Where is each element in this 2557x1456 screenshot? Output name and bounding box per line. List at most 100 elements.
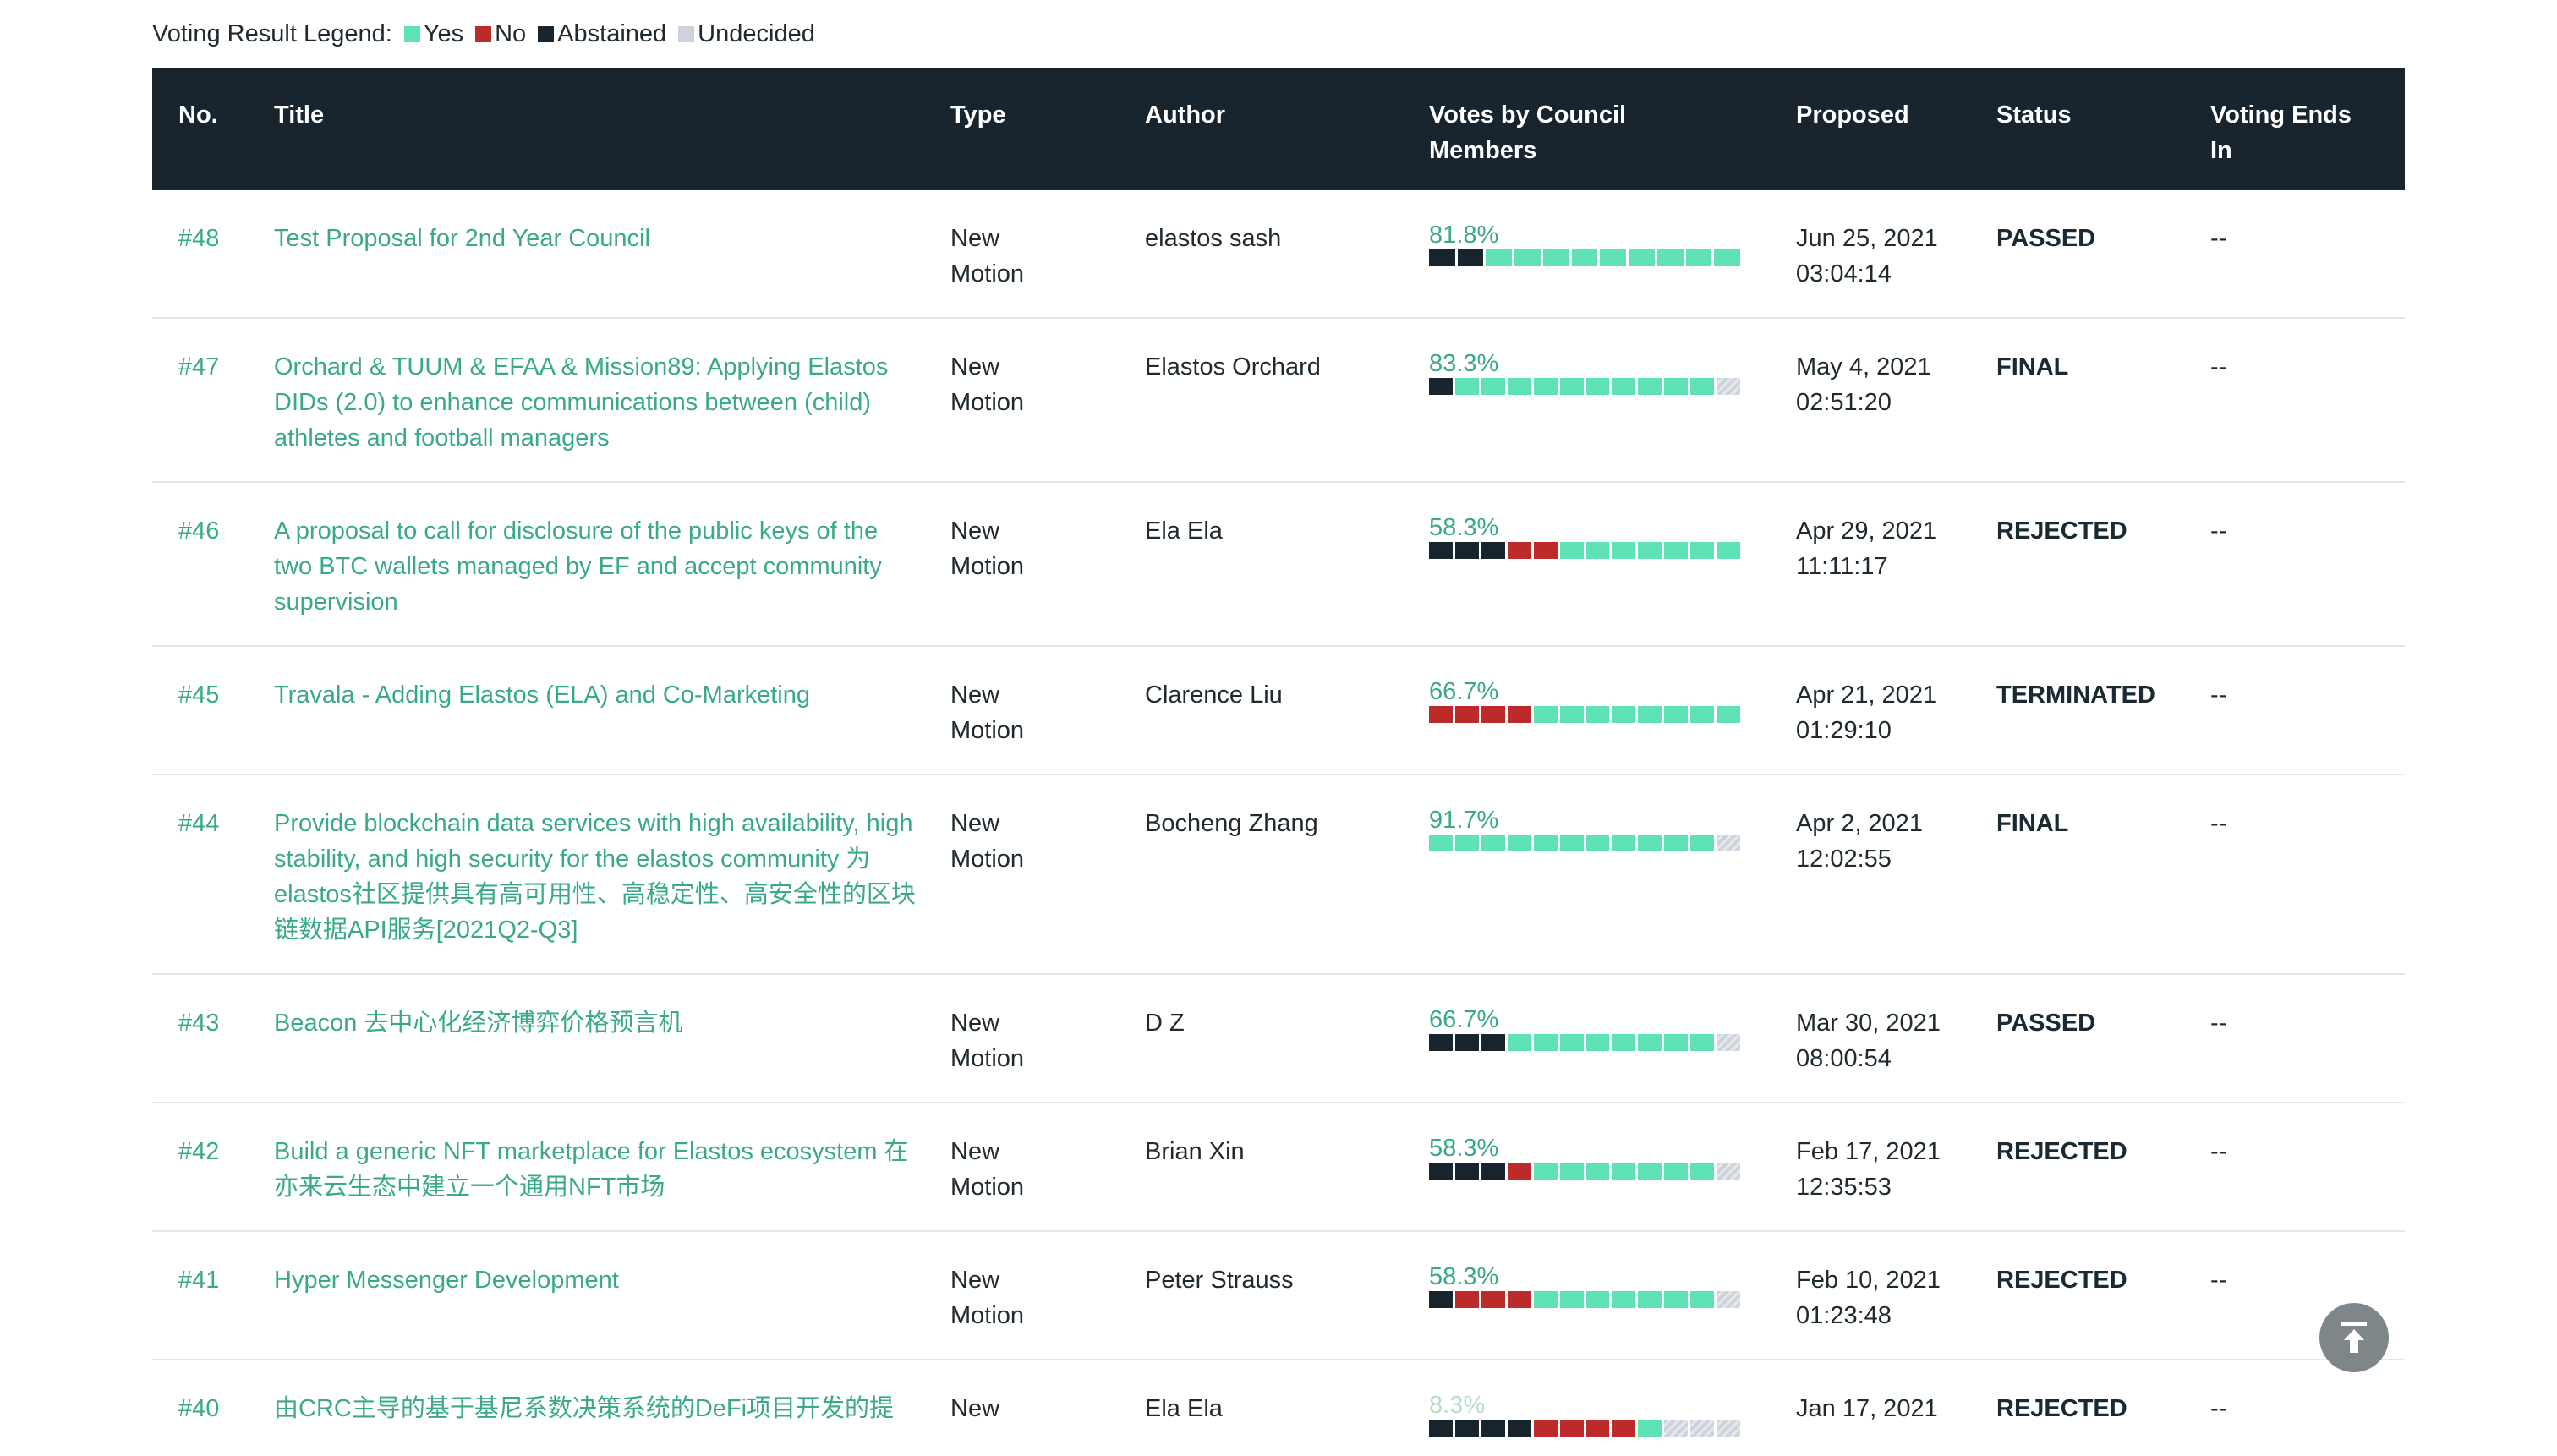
proposal-number[interactable]: #44 xyxy=(152,775,274,975)
proposal-title-link[interactable]: Travala - Adding Elastos (ELA) and Co-Ma… xyxy=(274,677,950,713)
status-badge: REJECTED xyxy=(1996,1231,2210,1360)
vote-segment xyxy=(1664,1034,1691,1051)
table-header: No. Title Type Author Votes by Council M… xyxy=(152,68,2405,190)
vote-segment xyxy=(1717,1034,1741,1051)
vote-segment xyxy=(1507,1291,1534,1308)
vote-segment xyxy=(1585,542,1612,559)
vote-segment xyxy=(1717,706,1741,723)
proposal-title-link[interactable]: Hyper Messenger Development xyxy=(274,1262,950,1298)
proposal-title-link[interactable]: 由CRC主导的基于基尼系数决策系统的DeFi项目开发的提 xyxy=(274,1391,950,1426)
vote-segment xyxy=(1429,378,1455,395)
proposal-number[interactable]: #47 xyxy=(152,318,274,483)
vote-segment xyxy=(1664,378,1691,395)
vote-segment xyxy=(1638,1291,1665,1308)
legend-swatch-no xyxy=(475,26,492,42)
vote-segment xyxy=(1638,706,1665,723)
legend-swatch-abstained xyxy=(538,26,555,42)
proposal-number[interactable]: #45 xyxy=(152,646,274,775)
vote-segment xyxy=(1481,1420,1508,1437)
proposal-number[interactable]: #46 xyxy=(152,482,274,647)
vote-segment xyxy=(1717,835,1741,851)
vote-segment xyxy=(1612,706,1639,723)
header-proposed[interactable]: Proposed xyxy=(1796,68,1996,190)
proposal-title-link[interactable]: Provide blockchain data services with hi… xyxy=(274,806,950,948)
arrow-up-to-line-icon xyxy=(2341,1322,2367,1353)
vote-segment xyxy=(1507,1420,1534,1437)
vote-segment xyxy=(1717,378,1741,395)
header-votes[interactable]: Votes by Council Members xyxy=(1429,68,1796,190)
vote-segment xyxy=(1454,542,1481,559)
vote-segment xyxy=(1559,1163,1586,1180)
vote-segment xyxy=(1559,1291,1586,1308)
vote-segment xyxy=(1533,1163,1560,1180)
vote-segment xyxy=(1585,835,1612,851)
proposed-date: Apr 29, 2021 11:11:17 xyxy=(1796,482,1996,647)
vote-segment xyxy=(1612,1420,1639,1437)
header-author[interactable]: Author xyxy=(1145,68,1429,190)
header-no[interactable]: No. xyxy=(152,68,274,190)
voting-legend: Voting Result Legend: Yes No Abstained U… xyxy=(152,20,815,48)
vote-segment xyxy=(1486,249,1515,266)
vote-segment xyxy=(1454,835,1481,851)
vote-segment xyxy=(1533,835,1560,851)
vote-percentage: 58.3% xyxy=(1429,1135,1499,1162)
vote-segment xyxy=(1585,706,1612,723)
voting-ends: -- xyxy=(2210,1360,2405,1456)
votes-cell: 58.3% xyxy=(1429,1231,1796,1360)
vote-percentage: 66.7% xyxy=(1429,1006,1499,1033)
votes-bar xyxy=(1429,378,1741,395)
header-type[interactable]: Type xyxy=(950,68,1145,190)
vote-segment xyxy=(1507,542,1534,559)
header-title[interactable]: Title xyxy=(274,68,950,190)
vote-segment xyxy=(1533,1034,1560,1051)
vote-segment xyxy=(1638,1163,1665,1180)
proposal-number[interactable]: #40 xyxy=(152,1360,274,1456)
votes-cell: 66.7% xyxy=(1429,646,1796,775)
vote-percentage: 58.3% xyxy=(1429,514,1499,541)
proposal-number[interactable]: #41 xyxy=(152,1231,274,1360)
status-badge: REJECTED xyxy=(1996,1360,2210,1456)
proposal-title-cell: Hyper Messenger Development xyxy=(274,1231,950,1360)
proposal-title-link[interactable]: Test Proposal for 2nd Year Council xyxy=(274,221,950,256)
vote-segment xyxy=(1481,542,1508,559)
proposal-type: New Motion xyxy=(950,482,1145,647)
proposal-title-cell: Build a generic NFT marketplace for Elas… xyxy=(274,1103,950,1232)
proposals-table: No. Title Type Author Votes by Council M… xyxy=(152,68,2405,1456)
voting-ends: -- xyxy=(2210,190,2405,319)
votes-bar xyxy=(1429,1291,1741,1308)
vote-segment xyxy=(1507,378,1534,395)
proposal-type: New Motion xyxy=(950,190,1145,319)
vote-segment xyxy=(1559,1420,1586,1437)
proposal-type: New Motion xyxy=(950,775,1145,975)
table-row: #47 Orchard & TUUM & EFAA & Mission89: Ap… xyxy=(152,318,2405,483)
votes-bar xyxy=(1429,1034,1741,1051)
votes-cell: 91.7% xyxy=(1429,775,1796,975)
vote-segment xyxy=(1690,1420,1717,1437)
vote-segment xyxy=(1533,706,1560,723)
vote-segment xyxy=(1664,1291,1691,1308)
proposal-title-link[interactable]: A proposal to call for disclosure of the… xyxy=(274,513,950,620)
legend-label: Voting Result Legend: xyxy=(152,20,392,47)
vote-segment xyxy=(1571,249,1601,266)
legend-swatch-undecided xyxy=(678,26,695,42)
proposal-number[interactable]: #42 xyxy=(152,1103,274,1232)
vote-segment xyxy=(1429,835,1455,851)
vote-segment xyxy=(1612,1034,1639,1051)
proposal-title-link[interactable]: Build a generic NFT marketplace for Elas… xyxy=(274,1134,950,1205)
header-voting-ends[interactable]: Voting Ends In xyxy=(2210,68,2405,190)
proposal-title-link[interactable]: Beacon 去中心化经济博弈价格预言机 xyxy=(274,1005,950,1041)
vote-segment xyxy=(1559,706,1586,723)
vote-segment xyxy=(1429,1163,1455,1180)
vote-percentage: 58.3% xyxy=(1429,1263,1499,1290)
vote-segment xyxy=(1638,835,1665,851)
vote-segment xyxy=(1664,542,1691,559)
legend-item-undecided: Undecided xyxy=(678,20,815,48)
proposal-title-link[interactable]: Orchard & TUUM & EFAA & Mission89: Apply… xyxy=(274,349,950,456)
proposed-date: Jun 25, 2021 03:04:14 xyxy=(1796,190,1996,319)
header-status[interactable]: Status xyxy=(1996,68,2210,190)
scroll-to-top-button[interactable] xyxy=(2319,1303,2389,1372)
vote-segment xyxy=(1429,706,1455,723)
votes-bar xyxy=(1429,1163,1741,1180)
proposal-number[interactable]: #48 xyxy=(152,190,274,319)
proposal-number[interactable]: #43 xyxy=(152,974,274,1103)
